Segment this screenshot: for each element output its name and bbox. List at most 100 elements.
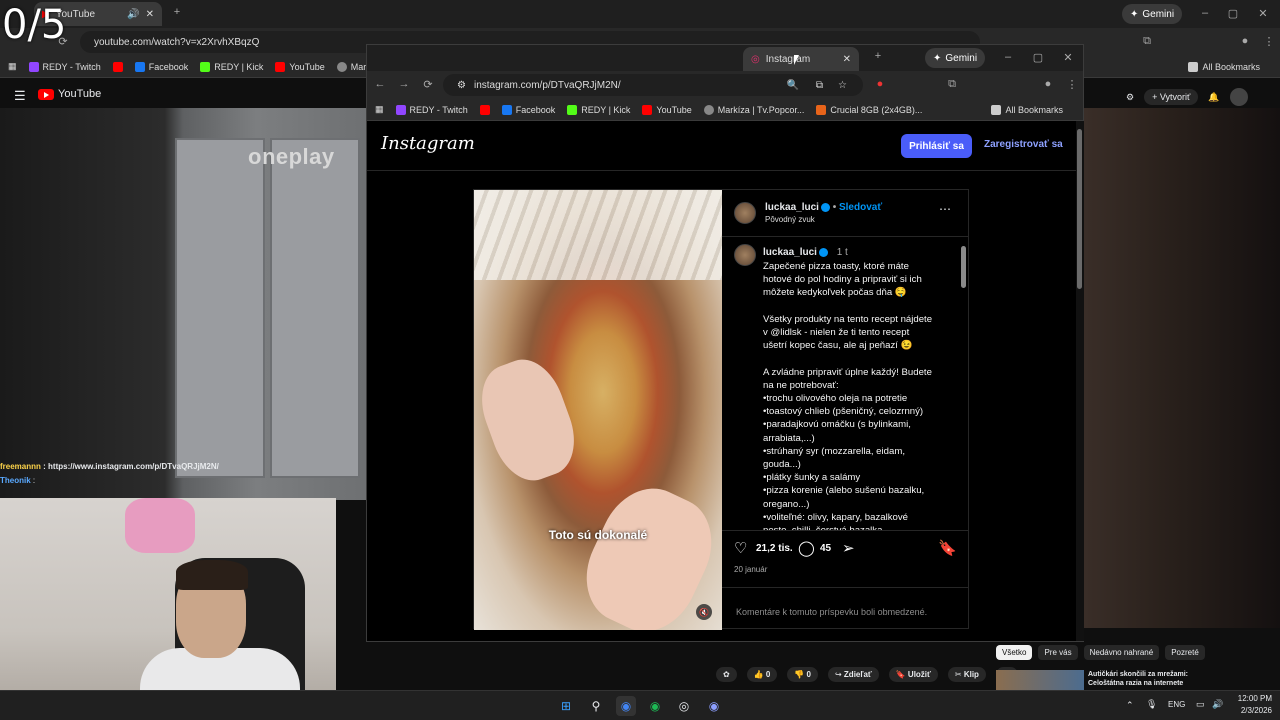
cast-icon[interactable]: ⚙ [1126, 92, 1134, 103]
caption-username[interactable]: luckaa_luci [763, 247, 817, 258]
extensions-icon[interactable]: ⧉ [1140, 35, 1154, 48]
hamburger-menu-icon[interactable]: ☰ [14, 88, 26, 104]
front-address-bar[interactable]: ⚙ instagram.com/p/DTvaQRJjM2N/ 🔍 ⧉ ☆ [443, 74, 863, 96]
close-window-icon[interactable]: ✕ [1061, 51, 1075, 64]
volume-icon[interactable]: 🔊 [1212, 699, 1223, 710]
recommended-video[interactable]: Autičkári skončili za mrežami: Celoštátn… [996, 670, 1202, 690]
comments-count: 45 [820, 543, 832, 554]
instagram-browser-window: ◎ Instagram ✕ + ✦ Gemini – ▢ ✕ ← → ⟳ ⚙ i… [366, 44, 1084, 642]
chip-all[interactable]: Všetko [996, 645, 1033, 660]
apps-icon[interactable]: ▦ [8, 61, 17, 72]
site-info-icon[interactable]: ⚙ [457, 80, 466, 91]
extensions-icon[interactable]: ⧉ [945, 78, 959, 91]
bookmark-icon[interactable]: 🔖 [938, 539, 957, 557]
menu-icon[interactable]: ⋮ [1065, 78, 1079, 91]
microphone-icon[interactable]: 🎙 [1146, 699, 1157, 710]
register-link[interactable]: Zaregistrovať sa [984, 139, 1063, 150]
youtube-logo[interactable]: YouTube [38, 88, 101, 100]
obs-icon[interactable]: ◎ [674, 696, 694, 716]
create-button[interactable]: + Vytvoriť [1144, 89, 1199, 105]
tab-close-icon[interactable]: ✕ [146, 9, 154, 20]
new-tab-icon[interactable]: + [170, 6, 184, 18]
back-icon[interactable]: ← [373, 78, 387, 90]
back-gemini-button[interactable]: ✦ Gemini [1122, 4, 1183, 24]
avatar[interactable] [734, 244, 756, 266]
page-scrollbar[interactable] [1076, 121, 1084, 641]
bookmark-item[interactable] [479, 104, 490, 115]
front-tab-bar: ◎ Instagram ✕ + ✦ Gemini – ▢ ✕ [367, 45, 1083, 71]
extension-icon[interactable]: ● [873, 78, 887, 90]
discord-icon[interactable]: ◉ [704, 696, 724, 716]
chip-watched[interactable]: Pozreté [1165, 645, 1205, 660]
caption-text: Zapečené pizza toasty, ktoré máte hotové… [763, 261, 933, 530]
bookmark-item[interactable]: REDY - Twitch [28, 61, 101, 72]
forward-icon[interactable]: → [397, 78, 411, 90]
apps-icon[interactable]: ▦ [375, 104, 384, 115]
bookmark-item[interactable]: Crucial 8GB (2x4GB)... [816, 104, 922, 115]
all-bookmarks[interactable]: All Bookmarks [1188, 61, 1260, 72]
audio-label[interactable]: Pôvodný zvuk [765, 215, 815, 224]
close-window-icon[interactable]: ✕ [1256, 7, 1270, 20]
network-icon[interactable]: ▭ [1196, 699, 1205, 710]
profile-icon[interactable]: ● [1238, 35, 1252, 47]
notifications-icon[interactable]: 🔔 [1208, 92, 1219, 103]
minimize-icon[interactable]: – [1198, 7, 1212, 19]
like-button[interactable]: 👍 0 [746, 666, 778, 682]
language-indicator[interactable]: ENG [1168, 700, 1185, 709]
maximize-icon[interactable]: ▢ [1031, 51, 1045, 64]
hype-button[interactable]: ✿ [716, 666, 737, 682]
comment-icon[interactable]: ◯ [798, 539, 815, 557]
avatar[interactable] [734, 202, 756, 224]
menu-icon[interactable]: ⋮ [1262, 35, 1276, 48]
save-button[interactable]: 🔖 Uložiť [888, 666, 938, 682]
clip-button[interactable]: ✂ Klip [947, 666, 986, 682]
video-scene [175, 138, 265, 478]
video-subtitle: Toto sú dokonalé [548, 528, 648, 542]
tray-chevron-icon[interactable]: ⌃ [1126, 700, 1134, 711]
profile-icon[interactable]: ● [1041, 78, 1055, 90]
minimize-icon[interactable]: – [1001, 51, 1015, 63]
bookmark-item[interactable] [112, 61, 123, 72]
bookmark-item[interactable]: Facebook [501, 104, 555, 115]
new-tab-icon[interactable]: + [871, 50, 885, 62]
youtube-video-player-right[interactable] [1084, 108, 1280, 628]
avatar[interactable] [1229, 88, 1248, 106]
author-username[interactable]: luckaa_luci [765, 202, 819, 213]
all-bookmarks[interactable]: All Bookmarks [991, 104, 1063, 115]
share-icon[interactable]: ➢ [842, 539, 855, 557]
dislike-button[interactable]: 👎 0 [787, 666, 818, 682]
zoom-icon[interactable]: 🔍 [787, 80, 799, 91]
tab-close-icon[interactable]: ✕ [843, 54, 851, 65]
bookmark-item[interactable]: REDY | Kick [200, 61, 263, 72]
bookmark-star-icon[interactable]: ☆ [838, 80, 847, 91]
clock[interactable]: 12:00 PM 2/3/2026 [1238, 693, 1272, 717]
more-options-icon[interactable]: ⋯ [939, 202, 951, 216]
chip-for-you[interactable]: Pre vás [1038, 645, 1078, 660]
login-button[interactable]: Prihlásiť sa [901, 134, 972, 158]
scrollbar-thumb[interactable] [961, 246, 966, 288]
post-video[interactable]: Toto sú dokonalé 🔇 [474, 190, 722, 630]
windows-start-icon[interactable]: ⊞ [556, 696, 576, 716]
like-heart-icon[interactable]: ♡ [734, 539, 747, 557]
caption-scrollbar[interactable] [960, 238, 967, 530]
bookmark-item[interactable]: Facebook [134, 61, 188, 72]
scrollbar-thumb[interactable] [1077, 129, 1082, 289]
chrome-icon[interactable]: ◉ [616, 696, 636, 716]
bookmark-item[interactable]: REDY | Kick [567, 104, 630, 115]
chip-recent[interactable]: Nedávno nahrané [1083, 645, 1160, 660]
bookmark-item[interactable]: YouTube [642, 104, 692, 115]
follow-link[interactable]: Sledovať [839, 202, 882, 213]
instagram-logo[interactable]: Instagram [381, 133, 475, 154]
spotify-icon[interactable]: ◉ [645, 696, 665, 716]
search-icon[interactable]: ⚲ [586, 696, 606, 716]
bookmark-item[interactable]: YouTube [275, 61, 325, 72]
reload-icon[interactable]: ⟳ [421, 78, 435, 91]
bookmark-item[interactable]: REDY - Twitch [395, 104, 468, 115]
likes-count[interactable]: 21,2 tis. [756, 543, 793, 554]
bookmark-item[interactable]: Markíza | Tv.Popcor... [703, 104, 804, 115]
mute-icon[interactable]: 🔇 [696, 604, 712, 620]
front-gemini-button[interactable]: ✦ Gemini [925, 48, 986, 68]
install-icon[interactable]: ⧉ [816, 80, 823, 91]
maximize-icon[interactable]: ▢ [1226, 7, 1240, 20]
share-button[interactable]: ↪ Zdieľať [827, 666, 879, 682]
